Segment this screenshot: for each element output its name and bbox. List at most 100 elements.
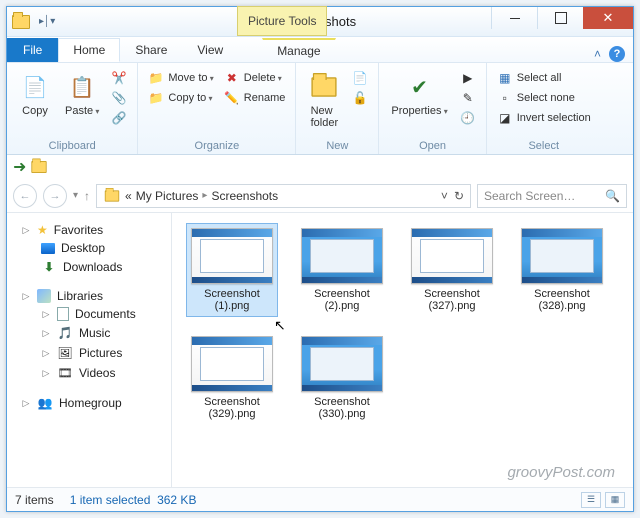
downloads-icon: ⬇ xyxy=(41,259,57,275)
explorer-window: ▸│▾ Screenshots Picture Tools ✕ File Hom… xyxy=(6,6,634,512)
minimize-button[interactable] xyxy=(491,7,537,29)
file-item[interactable]: Screenshot (330).png xyxy=(296,331,388,425)
navigation-pane[interactable]: ▷★Favorites Desktop ⬇Downloads ▷Librarie… xyxy=(7,213,172,487)
properties-button[interactable]: ✔Properties xyxy=(387,69,451,119)
new-item-button[interactable]: 📄 xyxy=(350,69,370,87)
tab-share[interactable]: Share xyxy=(120,38,182,62)
desktop-icon xyxy=(41,243,55,254)
quick-bar: ➜ xyxy=(7,155,633,179)
file-name-label: Screenshot (328).png xyxy=(521,288,603,312)
paste-button[interactable]: 📋Paste xyxy=(61,69,103,119)
tab-view[interactable]: View xyxy=(182,38,238,62)
crumb-sep-icon: ▸ xyxy=(202,190,207,201)
nav-videos[interactable]: ▷🎞Videos xyxy=(11,363,167,383)
homegroup-icon: 👥 xyxy=(37,395,53,411)
nav-pictures[interactable]: ▷🖼Pictures xyxy=(11,343,167,363)
up-button[interactable]: ↑ xyxy=(84,189,90,203)
history-button[interactable]: 🕘 xyxy=(458,109,478,127)
file-name-label: Screenshot (1).png xyxy=(191,288,273,312)
collapse-ribbon-icon[interactable]: ˄ xyxy=(594,47,601,61)
file-item[interactable]: Screenshot (2).png xyxy=(296,223,388,317)
tab-manage[interactable]: Manage xyxy=(262,38,335,62)
videos-icon: 🎞 xyxy=(57,365,73,381)
forward-button[interactable]: → xyxy=(43,184,67,208)
group-new: New folder 📄 🔓 New xyxy=(296,63,379,154)
documents-icon xyxy=(57,307,69,321)
qat-dropdown[interactable]: ▸│▾ xyxy=(39,16,55,27)
address-folder-icon xyxy=(105,190,119,201)
address-bar[interactable]: « My Pictures ▸ Screenshots ˅ ↻ xyxy=(96,184,471,208)
new-folder-button[interactable]: New folder xyxy=(304,69,344,131)
location-folder-icon[interactable] xyxy=(32,161,47,173)
crumb-my-pictures[interactable]: My Pictures xyxy=(136,189,199,203)
status-selection: 1 item selected xyxy=(70,493,151,507)
group-select: ▦Select all ▫Select none ◪Invert selecti… xyxy=(487,63,601,154)
search-icon: 🔍 xyxy=(605,189,620,203)
status-item-count: 7 items xyxy=(15,493,54,507)
system-menu-icon[interactable] xyxy=(7,8,35,36)
nav-libraries[interactable]: ▷Libraries xyxy=(11,287,167,305)
crumb-screenshots[interactable]: Screenshots xyxy=(211,189,278,203)
crumb-overflow[interactable]: « xyxy=(125,189,132,203)
contextual-tab-label: Picture Tools xyxy=(237,6,327,36)
details-view-button[interactable]: ☰ xyxy=(581,492,601,508)
file-name-label: Screenshot (327).png xyxy=(411,288,493,312)
select-none-button[interactable]: ▫Select none xyxy=(495,89,593,107)
file-list[interactable]: Screenshot (1).png Screenshot (2).png Scre… xyxy=(172,213,633,487)
file-name-label: Screenshot (2).png xyxy=(301,288,383,312)
pictures-icon: 🖼 xyxy=(57,345,73,361)
move-to-button[interactable]: 📁Move to xyxy=(146,69,215,87)
file-item[interactable]: Screenshot (327).png xyxy=(406,223,498,317)
invert-selection-button[interactable]: ◪Invert selection xyxy=(495,109,593,127)
status-size: 362 KB xyxy=(157,493,196,507)
music-icon: 🎵 xyxy=(57,325,73,341)
file-item[interactable]: Screenshot (1).png xyxy=(186,223,278,317)
thumbnails-view-button[interactable]: ▦ xyxy=(605,492,625,508)
delete-button[interactable]: ✖Delete xyxy=(222,69,288,87)
file-item[interactable]: Screenshot (329).png xyxy=(186,331,278,425)
nav-favorites[interactable]: ▷★Favorites xyxy=(11,221,167,239)
maximize-button[interactable] xyxy=(537,7,583,29)
file-thumbnail xyxy=(191,228,273,284)
nav-downloads[interactable]: ⬇Downloads xyxy=(11,257,167,277)
ribbon-home: 📄Copy 📋Paste ✂️ 📎 🔗 Clipboard 📁Move to 📁… xyxy=(7,63,633,155)
nav-music[interactable]: ▷🎵Music xyxy=(11,323,167,343)
file-thumbnail xyxy=(301,228,383,284)
refresh-icon[interactable]: ↻ xyxy=(454,189,464,203)
tab-home[interactable]: Home xyxy=(58,38,120,62)
cut-button[interactable]: ✂️ xyxy=(109,69,129,87)
file-name-label: Screenshot (330).png xyxy=(301,396,383,420)
close-button[interactable]: ✕ xyxy=(583,7,633,29)
file-thumbnail xyxy=(411,228,493,284)
address-dropdown-icon[interactable]: ˅ xyxy=(441,189,448,203)
recent-locations-button[interactable]: ▾ xyxy=(73,190,78,201)
group-open: ✔Properties ▶ ✎ 🕘 Open xyxy=(379,63,486,154)
location-arrow-icon[interactable]: ➜ xyxy=(13,157,26,177)
copy-button[interactable]: 📄Copy xyxy=(15,69,55,119)
rename-button[interactable]: ✏️Rename xyxy=(222,89,288,107)
libraries-icon xyxy=(37,289,51,303)
nav-homegroup[interactable]: ▷👥Homegroup xyxy=(11,393,167,413)
nav-documents[interactable]: ▷Documents xyxy=(11,305,167,323)
search-placeholder: Search Screen… xyxy=(484,189,575,203)
paste-shortcut-button[interactable]: 🔗 xyxy=(109,109,129,127)
address-bar-row: ← → ▾ ↑ « My Pictures ▸ Screenshots ˅ ↻ … xyxy=(7,179,633,213)
help-icon[interactable]: ? xyxy=(609,46,625,62)
file-thumbnail xyxy=(191,336,273,392)
search-input[interactable]: Search Screen… 🔍 xyxy=(477,184,627,208)
select-all-button[interactable]: ▦Select all xyxy=(495,69,593,87)
file-item[interactable]: Screenshot (328).png xyxy=(516,223,608,317)
easy-access-button[interactable]: 🔓 xyxy=(350,89,370,107)
group-clipboard: 📄Copy 📋Paste ✂️ 📎 🔗 Clipboard xyxy=(7,63,138,154)
tab-file[interactable]: File xyxy=(7,38,58,62)
copy-to-button[interactable]: 📁Copy to xyxy=(146,89,215,107)
group-organize: 📁Move to 📁Copy to ✖Delete ✏️Rename Organ… xyxy=(138,63,296,154)
file-name-label: Screenshot (329).png xyxy=(191,396,273,420)
back-button[interactable]: ← xyxy=(13,184,37,208)
file-thumbnail xyxy=(301,336,383,392)
open-button[interactable]: ▶ xyxy=(458,69,478,87)
edit-button[interactable]: ✎ xyxy=(458,89,478,107)
quick-access-toolbar: ▸│▾ xyxy=(35,16,55,27)
copy-path-button[interactable]: 📎 xyxy=(109,89,129,107)
nav-desktop[interactable]: Desktop xyxy=(11,239,167,257)
